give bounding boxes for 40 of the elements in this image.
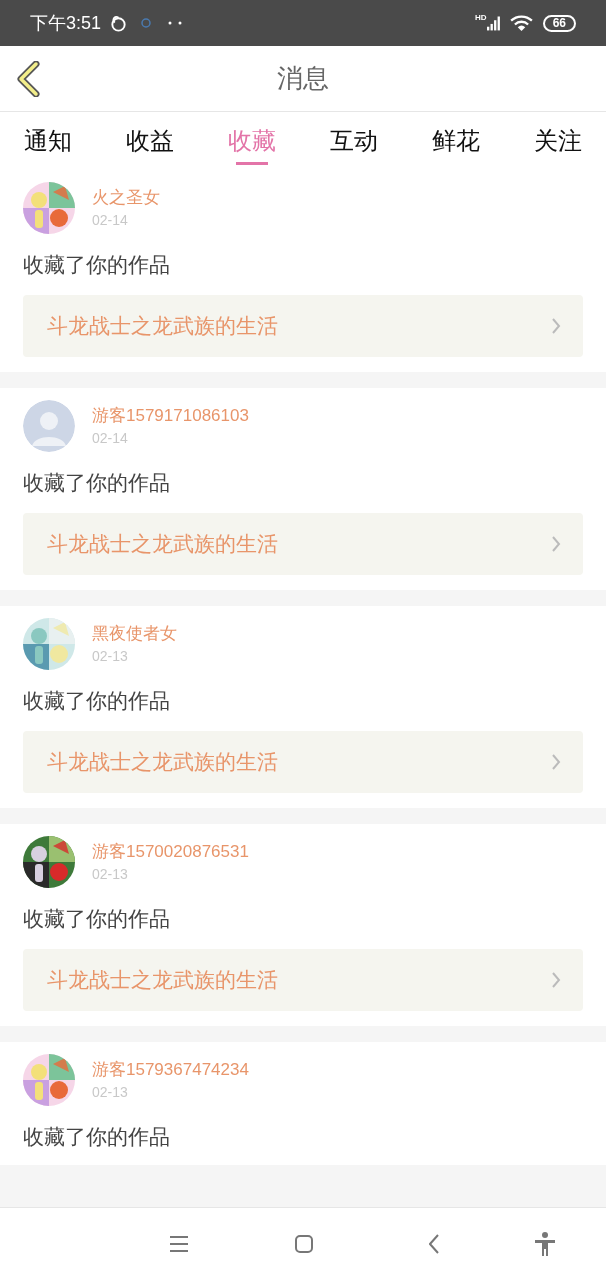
more-dots-icon (168, 21, 183, 25)
message-text: 收藏了你的作品 (23, 252, 171, 278)
message-text: 收藏了你的作品 (23, 470, 171, 496)
tab-underline (236, 162, 268, 165)
tab[interactable]: 收藏 (228, 112, 276, 170)
tab[interactable]: 鲜花 (432, 112, 480, 170)
menu-icon[interactable] (170, 1236, 188, 1252)
default-avatar-icon (23, 400, 75, 452)
accessibility-icon[interactable] (534, 1232, 556, 1256)
signal-icon (486, 15, 500, 31)
work-link[interactable]: 斗龙战士之龙武族的生活 (23, 513, 583, 575)
message-text: 收藏了你的作品 (23, 906, 171, 932)
chevron-right-icon (551, 753, 561, 771)
network-label: HD (475, 14, 487, 22)
tab[interactable]: 互动 (330, 112, 378, 170)
message-text: 收藏了你的作品 (23, 1124, 171, 1150)
tab[interactable]: 关注 (534, 112, 582, 170)
back-icon[interactable] (429, 1234, 439, 1254)
user-name[interactable]: 黑夜使者女 (92, 622, 177, 646)
back-chevron-icon (16, 61, 42, 97)
wifi-icon (509, 14, 533, 32)
user-name[interactable]: 游客1570020876531 (92, 840, 249, 864)
chevron-right-icon (551, 535, 561, 553)
work-link[interactable]: 斗龙战士之龙武族的生活 (23, 949, 583, 1011)
user-name[interactable]: 游客1579367474234 (92, 1058, 249, 1082)
user-name[interactable]: 火之圣女 (92, 186, 160, 210)
app-notification-icon (109, 13, 129, 33)
work-link[interactable]: 斗龙战士之龙武族的生活 (23, 295, 583, 357)
battery-indicator: 66 (542, 14, 576, 32)
message-text: 收藏了你的作品 (23, 688, 171, 714)
app-notification-icon (140, 17, 153, 29)
chevron-right-icon (551, 971, 561, 989)
tab[interactable]: 收益 (126, 112, 174, 170)
header-title: 消息 (277, 62, 329, 95)
status-time: 下午3:51 (30, 11, 102, 35)
home-square-icon[interactable] (295, 1235, 313, 1253)
tab[interactable]: 通知 (24, 112, 72, 170)
chevron-right-icon (551, 317, 561, 335)
user-name[interactable]: 游客1579171086103 (92, 404, 249, 428)
work-link[interactable]: 斗龙战士之龙武族的生活 (23, 731, 583, 793)
